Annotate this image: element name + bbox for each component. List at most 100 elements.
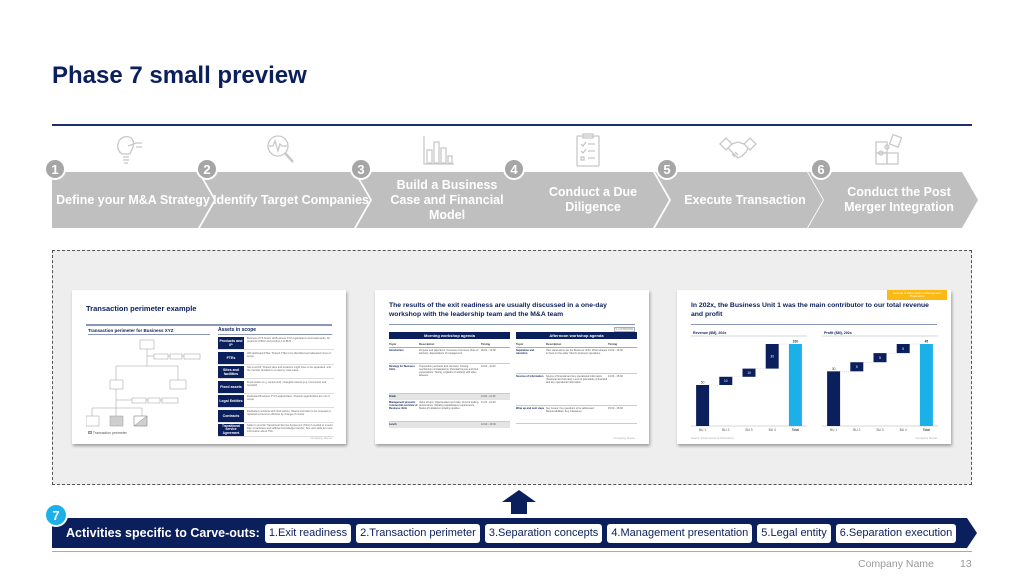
category-label: Total	[923, 428, 930, 432]
activity-legal-entity[interactable]: 5.Legal entity	[757, 524, 830, 543]
asset-row: Contracts Dedicated contracts with third …	[218, 409, 334, 423]
org-chart	[86, 339, 201, 427]
agenda-row: Introduction Purpose and objectives; Over…	[389, 348, 510, 364]
asset-text: Seller to provide Transitional Service A…	[247, 424, 333, 434]
asset-label: Sites and facilities	[218, 366, 244, 378]
topic: Strategy for Business Units	[389, 365, 415, 371]
col-header: Timing	[608, 342, 618, 346]
morning-agenda: Morning workshop agenda Topic Description…	[389, 332, 510, 428]
title-divider	[52, 124, 972, 126]
step-3-chevron[interactable]: Build a Business Case and Financial Mode…	[356, 172, 526, 228]
step-number-7: 7	[44, 503, 68, 527]
asset-row: Legal Entities Dedicated Business XYZ Leg…	[218, 395, 334, 408]
time: 09:00 - 10:00	[481, 349, 496, 352]
col-header: Description	[419, 342, 435, 346]
bar-bu-1	[696, 385, 710, 426]
category-label: Total	[792, 428, 799, 432]
page-title: Phase 7 small preview	[52, 62, 307, 89]
step-number-1: 1	[44, 158, 66, 180]
time: 12:00 - 13:00	[481, 423, 496, 426]
topic: Lunch	[389, 423, 397, 426]
category-label: BU 2	[853, 428, 860, 432]
activity-management-presentation[interactable]: 4.Management presentation	[607, 524, 752, 543]
step-label: Conduct the Post Merger Integration	[844, 185, 954, 214]
time: 10:00 - 11:00	[481, 365, 496, 368]
agenda-row: Break 11:00 - 11:15	[389, 394, 510, 400]
col-header: Timing	[481, 342, 491, 346]
step-number-6: 6	[810, 158, 832, 180]
preview-slide-bu-charts[interactable]: Example of slides used in a Management P…	[677, 290, 951, 444]
bar-chart-icon	[423, 136, 454, 165]
asset-row: Fixed assets Fixed assets (e.g. equipment…	[218, 380, 334, 394]
data-label: 5	[879, 356, 881, 360]
assets-header: Assets in scope	[218, 327, 257, 333]
slide-footer: Company Name	[310, 436, 332, 440]
divider	[218, 334, 332, 335]
data-label: 30	[832, 367, 836, 371]
activity-separation-concepts[interactable]: 3.Separation concepts	[485, 524, 602, 543]
step-label: Conduct a Due Diligence	[548, 185, 638, 214]
step-1-chevron[interactable]: Define your M&A Strategy	[52, 172, 214, 228]
agenda-row: Sources of information Source of financia…	[516, 374, 637, 406]
footer-company: Company Name	[858, 558, 934, 570]
desc: How stand-alone are the Business Units; …	[546, 349, 608, 355]
time: 15:00 - 16:00	[608, 407, 623, 410]
asset-label: Fixed assets	[218, 380, 244, 393]
activity-separation-execution[interactable]: 6.Separation execution	[836, 524, 957, 543]
asset-label: Transitional Service Agreement	[218, 424, 244, 436]
category-label: BU 2	[722, 428, 729, 432]
step-label: Define your M&A Strategy	[56, 192, 210, 207]
time: 13:00 - 14:00	[608, 349, 623, 352]
legend: Transaction perimeter	[88, 431, 127, 435]
carveout-activities-band: Activities specific to Carve-outs: 1.Exi…	[52, 518, 977, 548]
lightbulb-plug-icon	[117, 136, 142, 164]
carveout-label: Activities specific to Carve-outs:	[66, 526, 260, 540]
page-number: 13	[960, 558, 972, 570]
asset-row: Sites and facilities Site A and B; Shared…	[218, 366, 334, 379]
agenda-row: Wrap up and next steps Key issues; Key qu…	[516, 406, 637, 424]
divider	[88, 334, 210, 335]
activity-exit-readiness[interactable]: 1.Exit readiness	[265, 524, 351, 543]
legend-label: Transaction perimeter	[92, 431, 127, 435]
topic: Sources of information	[516, 375, 544, 378]
slide-footer: Company Name	[613, 436, 635, 440]
footer-divider	[52, 551, 972, 552]
data-label: 10	[724, 379, 728, 383]
example-tag: Example of slides used in a Management P…	[887, 290, 947, 300]
data-label: 10	[747, 371, 751, 375]
activity-transaction-perimeter[interactable]: 2.Transaction perimeter	[356, 524, 480, 543]
col-header: Topic	[516, 342, 524, 346]
col-header: Topic	[389, 342, 397, 346]
step-number-5: 5	[656, 158, 678, 180]
preview-slide-transaction-perimeter[interactable]: Transaction perimeter example Transactio…	[72, 290, 346, 444]
handshake-icon	[719, 137, 757, 159]
afternoon-agenda: Afternoon workshop agenda Topic Descripti…	[516, 332, 637, 424]
asset-row: FTEs 300 dedicated FTEs; Shared FTEs to b…	[218, 351, 334, 365]
asset-label: Legal Entities	[218, 395, 244, 407]
asset-text: 300 dedicated FTEs; Shared FTEs to be id…	[247, 351, 331, 358]
step-5-chevron[interactable]: Execute Transaction	[655, 172, 823, 228]
agenda-header: Afternoon workshop agenda	[516, 332, 637, 339]
step-6-chevron[interactable]: Conduct the Post Merger Integration	[808, 172, 978, 228]
data-label: 5	[856, 365, 858, 369]
step-number-4: 4	[503, 158, 525, 180]
time: 14:00 - 15:00	[608, 375, 623, 378]
time: 11:00 - 11:15	[481, 395, 496, 398]
asset-label: Products and IP	[218, 337, 244, 349]
preview-slide-workshop-agenda[interactable]: The results of the exit readiness are us…	[375, 290, 649, 444]
step-2-chevron[interactable]: Identify Target Companies	[200, 172, 370, 228]
asset-text: Fixed assets (e.g. equipment), intangibl…	[247, 380, 327, 387]
waterfall-charts: Revenue ($M), 202x 50 BU 1 10 BU 2 10 BU 3 30 BU…	[691, 331, 938, 432]
assets-table: Products and IP Business XYZ brand; All B…	[218, 337, 334, 439]
data-label: 30	[770, 355, 774, 359]
topic: Wrap up and next steps	[516, 407, 545, 410]
step-label: Build a Business Case and Financial Mode…	[390, 177, 504, 222]
bar-bu-1	[827, 371, 841, 426]
data-label: 5	[902, 347, 904, 351]
asset-text: Business XYZ brand; All Business XYZ reg…	[247, 337, 330, 344]
asset-text: Dedicated contracts with third parties; …	[247, 409, 331, 416]
step-label: Execute Transaction	[684, 192, 806, 207]
bar-total	[788, 344, 802, 426]
step-4-chevron[interactable]: Conduct a Due Diligence	[505, 172, 669, 228]
step-number-2: 2	[196, 158, 218, 180]
